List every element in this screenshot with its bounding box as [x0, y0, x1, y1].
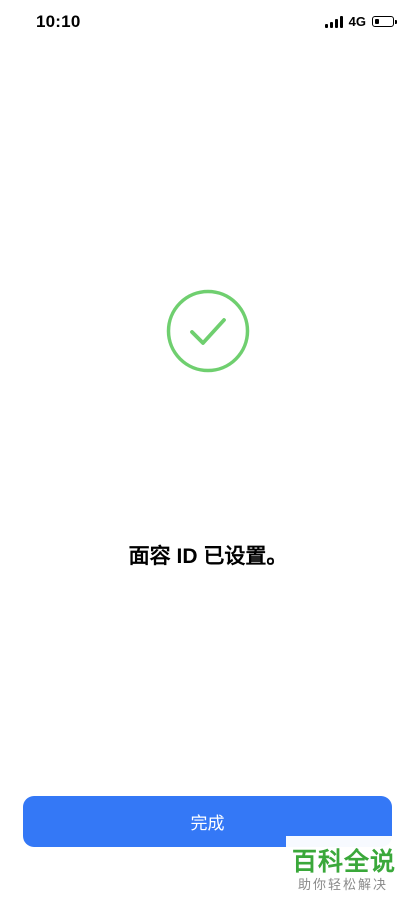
battery-icon [372, 16, 397, 27]
face-id-set-message: 面容 ID 已设置。 [128, 545, 288, 568]
watermark-title: 百科全说 [292, 848, 397, 876]
checkmark-circle-icon [166, 289, 250, 373]
status-bar: 10:10 4G [0, 0, 416, 44]
status-time: 10:10 [36, 12, 81, 31]
status-indicators: 4G [324, 14, 397, 29]
watermark: 百科全说 助你轻松解决 [286, 836, 416, 900]
battery-level [374, 18, 379, 24]
signal-icon [324, 15, 343, 28]
watermark-subtitle: 助你轻松解决 [298, 877, 389, 892]
network-label: 4G [348, 14, 366, 29]
